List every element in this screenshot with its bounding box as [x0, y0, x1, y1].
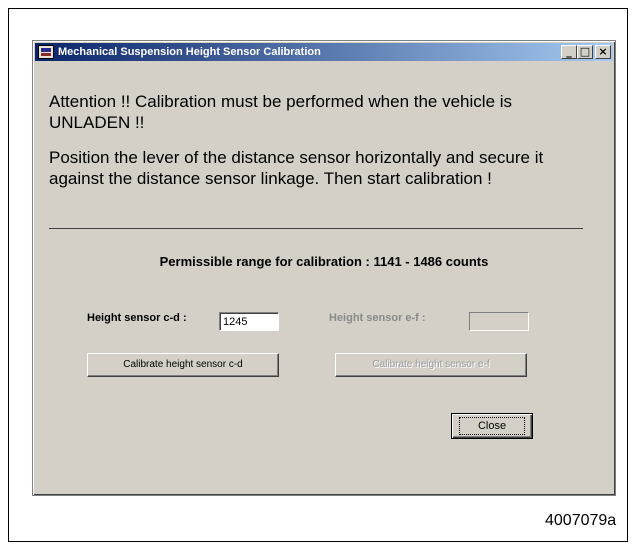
height-sensor-ef-label: Height sensor e-f : — [329, 312, 426, 324]
app-icon — [38, 45, 54, 59]
height-sensor-ef-field — [469, 312, 529, 331]
calibrate-cd-button[interactable]: Calibrate height sensor c-d — [87, 353, 279, 377]
title-bar[interactable]: Mechanical Suspension Height Sensor Cali… — [35, 43, 613, 61]
attention-message: Attention !! Calibration must be perform… — [49, 92, 513, 132]
instruction-message: Position the lever of the distance senso… — [49, 148, 544, 188]
height-sensor-cd-field[interactable]: 1245 — [219, 312, 279, 331]
calibrate-ef-button: Calibrate height sensor e-f — [335, 353, 527, 377]
maximize-button[interactable]: □ — [577, 45, 593, 59]
separator-line — [49, 228, 583, 229]
close-window-button[interactable]: × — [595, 45, 611, 59]
permissible-range-text: Permissible range for calibration : 1141… — [159, 254, 489, 269]
window-title: Mechanical Suspension Height Sensor Cali… — [58, 46, 321, 58]
height-sensor-cd-label: Height sensor c-d : — [87, 312, 187, 324]
close-button[interactable]: Close — [451, 413, 533, 439]
close-button-label: Close — [458, 417, 526, 435]
minimize-button[interactable]: _ — [561, 45, 577, 59]
window-controls: _ □ × — [561, 45, 611, 59]
figure-id: 4007079a — [545, 512, 617, 529]
calibration-dialog: Mechanical Suspension Height Sensor Cali… — [32, 40, 616, 496]
